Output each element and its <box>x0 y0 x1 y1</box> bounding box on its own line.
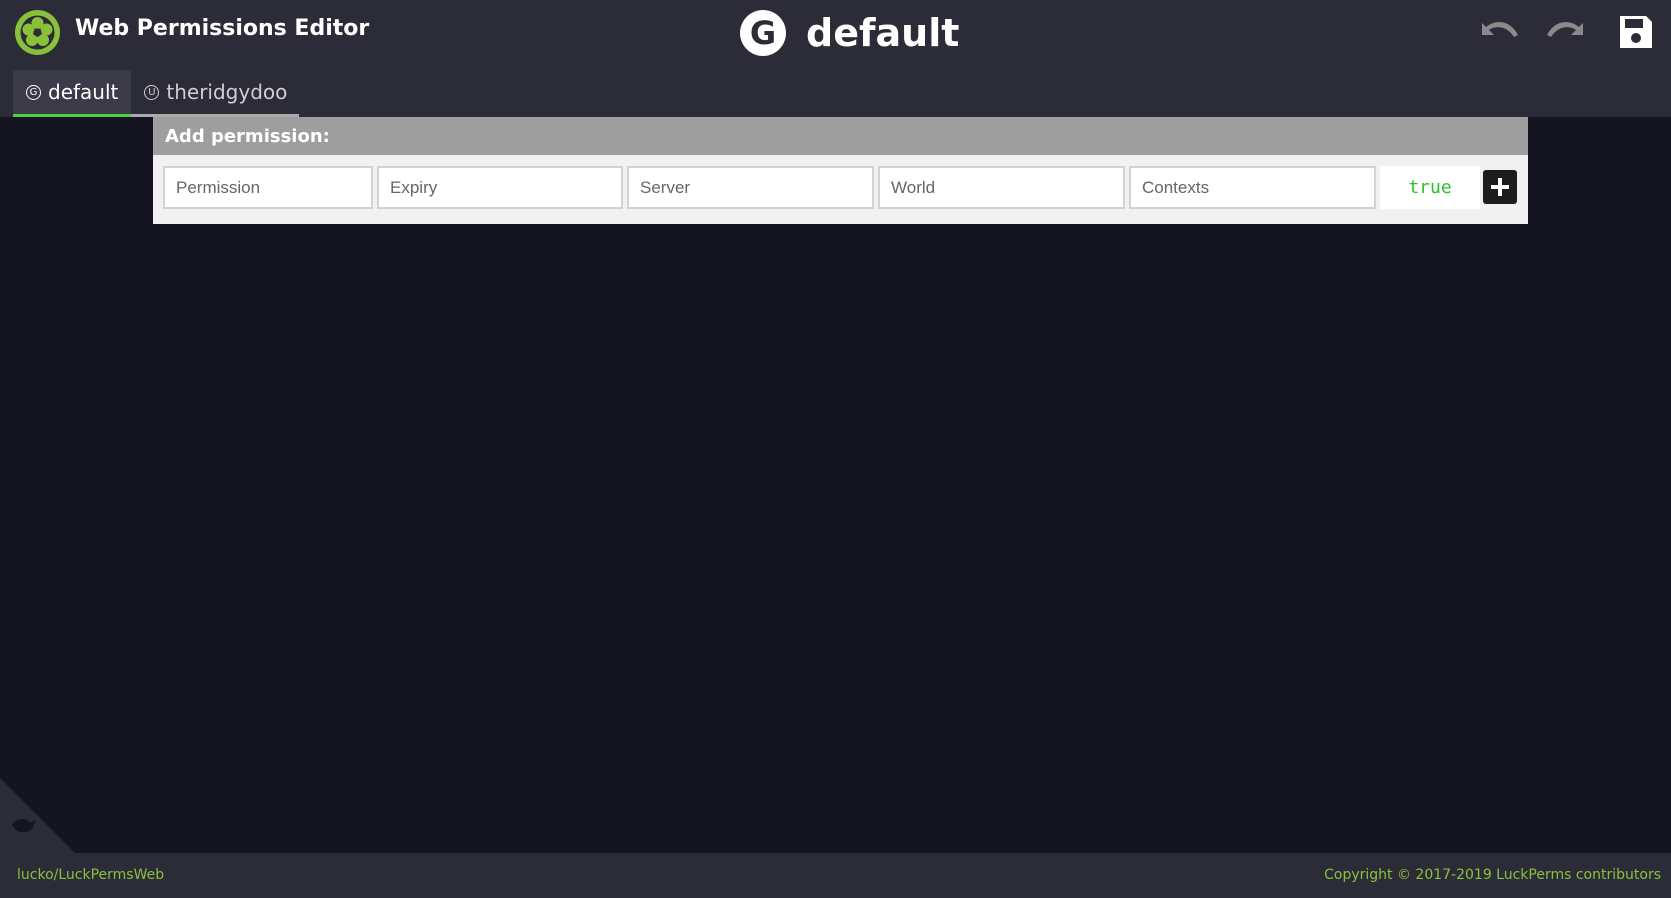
repo-link[interactable]: lucko/LuckPermsWeb <box>17 867 164 883</box>
server-input[interactable] <box>627 166 874 209</box>
user-icon: U <box>144 84 160 100</box>
tab-label: theridgydoo <box>166 80 288 104</box>
save-button[interactable] <box>1612 12 1660 52</box>
app-title: Web Permissions Editor <box>75 16 370 41</box>
sidebar-toggle[interactable] <box>0 778 75 853</box>
add-permission-panel: Add permission: true <box>153 117 1528 224</box>
expiry-input[interactable] <box>377 166 623 209</box>
value-toggle[interactable]: true <box>1380 166 1480 209</box>
world-input[interactable] <box>878 166 1125 209</box>
page-title-text: default <box>806 11 960 55</box>
redo-button[interactable] <box>1543 12 1591 52</box>
corner-toggle-icon <box>0 778 75 853</box>
tab-theridgydoo[interactable]: U theridgydoo <box>131 70 300 117</box>
footer: lucko/LuckPermsWeb Copyright © 2017-2019… <box>0 853 1671 898</box>
app-header: Web Permissions Editor G default G defau… <box>0 0 1671 117</box>
add-permission-button[interactable] <box>1483 170 1517 204</box>
copyright-text: Copyright © 2017-2019 LuckPerms contribu… <box>1324 867 1661 883</box>
redo-icon <box>1547 22 1583 37</box>
add-permission-form: true <box>153 155 1528 224</box>
tab-label: default <box>48 80 119 104</box>
contexts-input[interactable] <box>1129 166 1376 209</box>
permission-input[interactable] <box>163 166 373 209</box>
page-title: G default <box>740 8 959 58</box>
save-icon <box>1620 16 1652 48</box>
tab-bar: G default U theridgydoo <box>13 70 300 117</box>
add-permission-heading: Add permission: <box>153 117 1528 155</box>
undo-button[interactable] <box>1474 12 1522 52</box>
group-icon: G <box>26 84 41 100</box>
undo-icon <box>1482 22 1518 37</box>
group-icon: G <box>740 10 786 56</box>
plus-icon <box>1491 178 1509 196</box>
luckperms-logo-icon <box>15 10 60 55</box>
tab-default[interactable]: G default <box>13 70 132 117</box>
